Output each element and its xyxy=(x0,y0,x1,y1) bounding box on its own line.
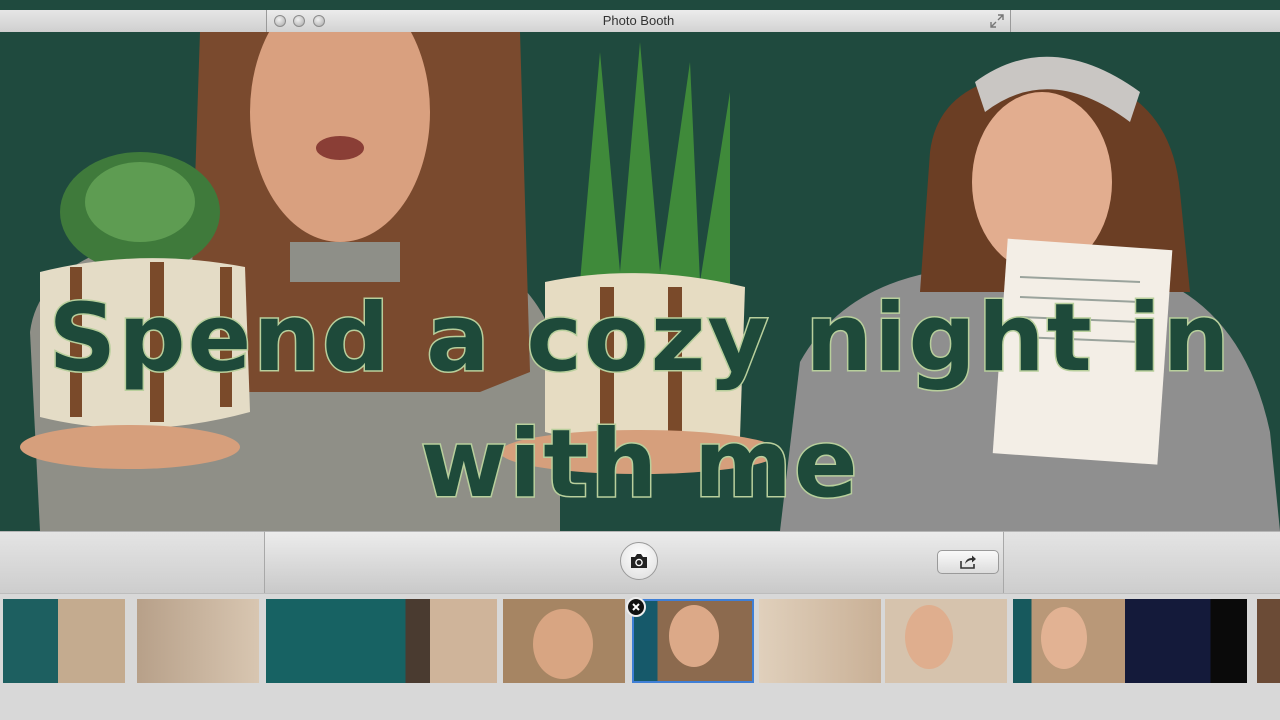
window-titlebar[interactable]: Photo Booth xyxy=(266,10,1011,32)
thumbnail[interactable] xyxy=(1125,599,1247,683)
delete-photo-button[interactable] xyxy=(626,597,646,617)
camera-icon xyxy=(631,554,647,568)
take-photo-button[interactable] xyxy=(620,542,658,580)
thumbnail[interactable] xyxy=(1013,599,1135,683)
thumbnail[interactable] xyxy=(3,599,125,683)
window-title: Photo Booth xyxy=(602,13,675,28)
overlay-title-line2: with me xyxy=(419,409,860,521)
thumbnail[interactable] xyxy=(885,599,1007,683)
thumbnail[interactable] xyxy=(1257,599,1280,683)
thumbnail[interactable] xyxy=(503,599,625,683)
thumbnail-face xyxy=(533,609,593,679)
thumbnail-face xyxy=(669,605,719,667)
close-icon xyxy=(632,603,640,611)
thumbnail[interactable] xyxy=(137,599,259,683)
overlay-title-line1: Spend a cozy night in xyxy=(47,283,1232,395)
thumbnail-selected[interactable] xyxy=(632,599,754,683)
camera-preview: Spend a cozy night in with me xyxy=(0,32,1280,531)
thumbnail-face xyxy=(1041,607,1087,669)
thumbnail[interactable] xyxy=(375,599,497,683)
photo-booth-toolbar xyxy=(264,531,1004,593)
thumbnail[interactable] xyxy=(759,599,881,683)
share-button[interactable] xyxy=(937,550,999,574)
thumbnail-face xyxy=(905,605,953,669)
share-arrow-icon xyxy=(960,555,976,569)
fullscreen-icon[interactable] xyxy=(990,14,1004,28)
thumbnail[interactable] xyxy=(266,599,388,683)
